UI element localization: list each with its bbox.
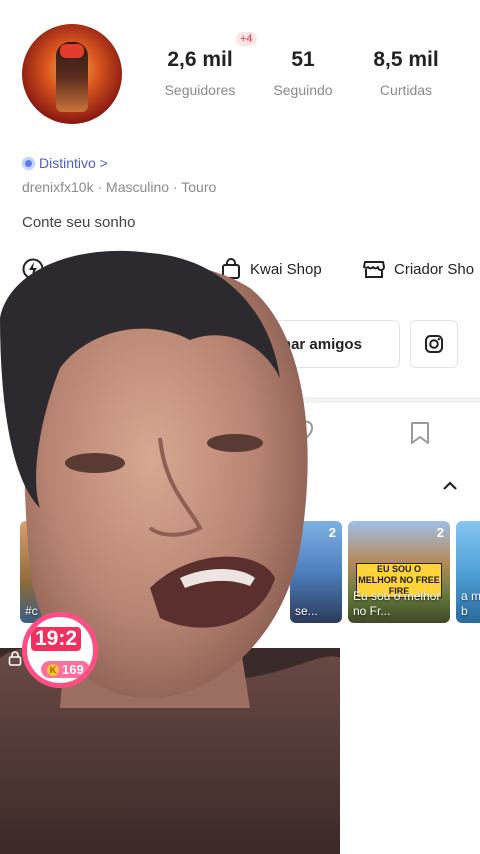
following-stat[interactable]: 51 Seguindo [268,48,338,98]
following-label: Seguindo [273,82,333,98]
coin-balance-pill: K 169 [41,661,90,678]
coin-count: 169 [62,662,84,677]
badge-link[interactable]: Distintivo > [22,155,108,171]
likes-stat[interactable]: 8,5 mil Curtidas [366,48,446,98]
profile-bio[interactable]: Conte seu sonho [22,214,135,231]
following-count: 51 [291,48,315,71]
store-icon [363,261,385,278]
instagram-icon [425,335,443,353]
likes-count: 8,5 mil [373,48,439,71]
creator-label: Criador Sho [394,260,475,278]
profile-avatar[interactable] [22,24,122,124]
reward-timer-widget[interactable]: 19:2 K 169 [22,612,98,688]
followers-count: 2,6 mil [167,48,233,71]
thumbnail-count: 2 [436,525,444,540]
thumbnail-caption: Eu sou o melhor no Fr... [353,589,441,618]
profile-meta: drenixfx10k · Masculino · Touro [22,179,217,195]
followers-label: Seguidores [164,82,236,98]
instagram-button[interactable] [410,320,458,368]
avatar-mask [60,44,84,58]
chevron-up-icon[interactable] [442,480,458,492]
likes-label: Curtidas [379,82,433,98]
followers-stat[interactable]: 2,6 mil Seguidores [160,48,240,98]
badge-icon [22,156,35,170]
video-thumbnail[interactable]: 2 EU SOU O MELHOR NO FREE FIRE Eu sou o … [348,521,450,623]
badge-link-label: Distintivo > [39,155,108,171]
coin-icon: K [47,663,59,676]
new-followers-badge: +4 [236,32,257,46]
creator-link[interactable]: Criador Sho [362,258,474,280]
lock-icon[interactable] [8,650,22,666]
saved-tab-bookmark-icon[interactable] [408,420,432,446]
camera-overlay-image [0,250,340,854]
timer-time: 19:2 [31,627,82,651]
video-thumbnail[interactable]: a m é b [456,521,480,623]
thumbnail-caption: a m é b [461,589,480,618]
